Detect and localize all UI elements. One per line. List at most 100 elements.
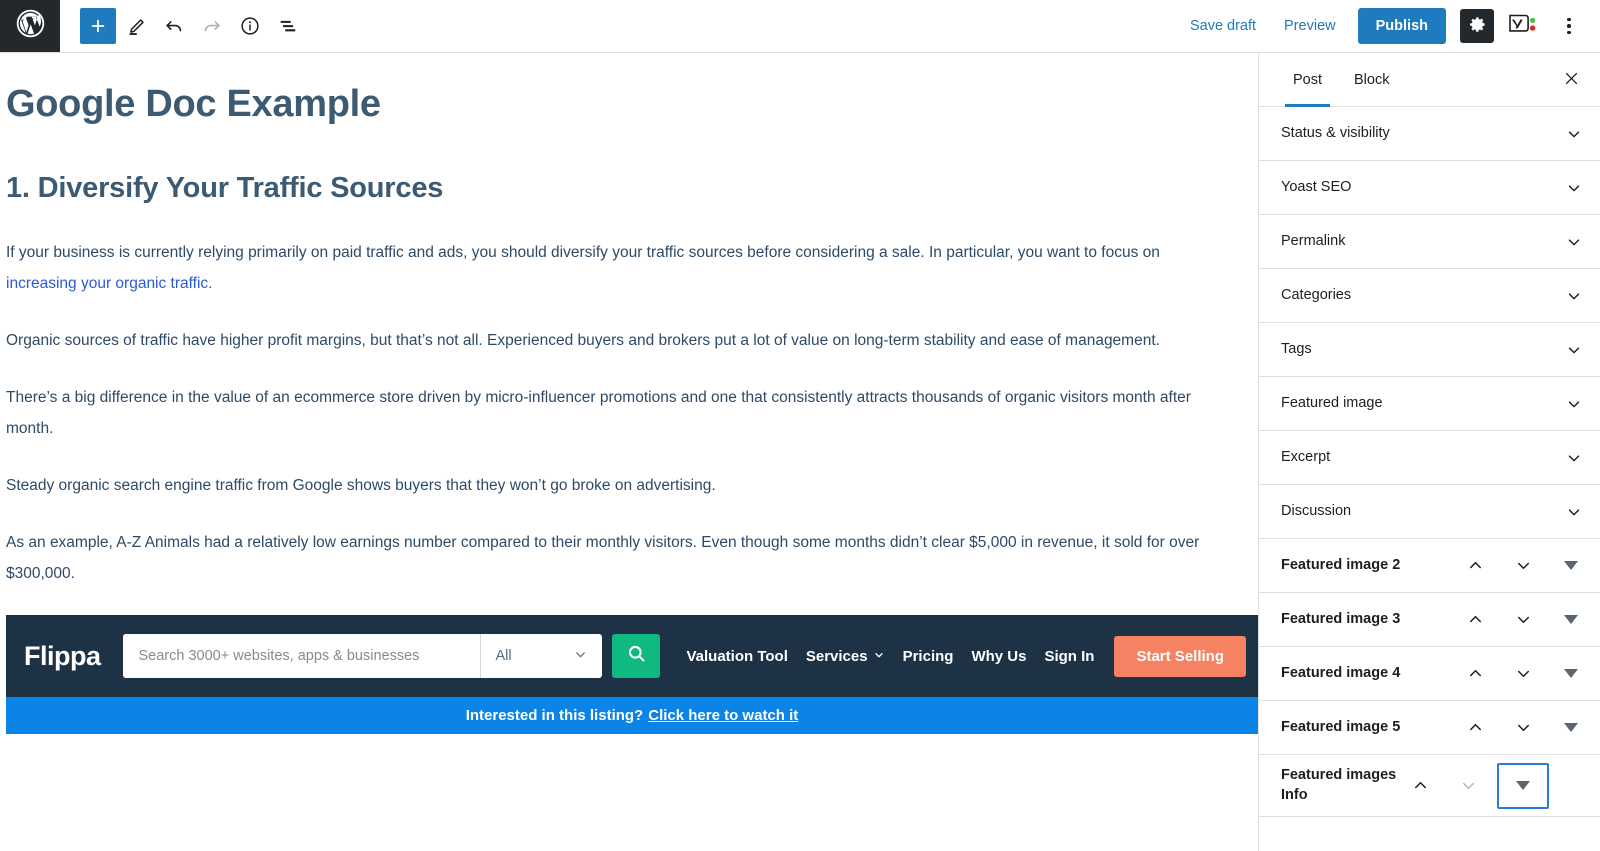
paragraph-block[interactable]: Organic sources of traffic have higher p… bbox=[6, 325, 1222, 356]
chevron-down-icon[interactable] bbox=[1556, 332, 1592, 368]
yoast-seo-button[interactable] bbox=[1502, 9, 1542, 43]
close-icon bbox=[1563, 70, 1580, 90]
toggle-panel-button[interactable] bbox=[1552, 709, 1590, 747]
panel-featured-images-info[interactable]: Featured images Info bbox=[1259, 755, 1600, 817]
panel-featured-image-3[interactable]: Featured image 3 bbox=[1259, 593, 1600, 647]
publish-button[interactable]: Publish bbox=[1357, 8, 1446, 44]
panel-permalink[interactable]: Permalink bbox=[1259, 215, 1600, 269]
sidebar-tab-bar: Post Block bbox=[1259, 53, 1600, 107]
undo-button[interactable] bbox=[156, 8, 192, 44]
gear-icon bbox=[1468, 15, 1487, 37]
flippa-nav-valuation-tool[interactable]: Valuation Tool bbox=[686, 648, 787, 665]
flippa-nav-services[interactable]: Services bbox=[806, 648, 885, 665]
tab-block[interactable]: Block bbox=[1338, 53, 1405, 106]
panel-title: Featured image 4 bbox=[1281, 664, 1401, 681]
toggle-panel-button[interactable] bbox=[1552, 547, 1590, 585]
flippa-category-value: All bbox=[495, 648, 512, 665]
more-options-button[interactable] bbox=[1552, 9, 1586, 43]
flippa-logo[interactable]: Flippa bbox=[24, 641, 101, 672]
triangle-down-icon bbox=[1564, 561, 1578, 570]
flippa-nav-why-us[interactable]: Why Us bbox=[971, 648, 1026, 665]
header-tool-group bbox=[60, 0, 306, 52]
panel-title: Discussion bbox=[1281, 502, 1352, 519]
edit-mode-button[interactable] bbox=[118, 8, 154, 44]
flippa-nav-label: Valuation Tool bbox=[686, 647, 788, 665]
panel-excerpt[interactable]: Excerpt bbox=[1259, 431, 1600, 485]
paragraph-block[interactable]: As an example, A-Z Animals had a relativ… bbox=[6, 527, 1222, 589]
move-up-button[interactable] bbox=[1456, 655, 1494, 693]
panel-tags[interactable]: Tags bbox=[1259, 323, 1600, 377]
details-button[interactable] bbox=[232, 8, 268, 44]
post-heading-block[interactable]: 1. Diversify Your Traffic Sources bbox=[6, 171, 1222, 206]
panel-title: Featured image 5 bbox=[1281, 718, 1401, 735]
triangle-down-icon bbox=[1564, 615, 1578, 624]
preview-button[interactable]: Preview bbox=[1272, 10, 1348, 42]
paragraph-text: If your business is currently relying pr… bbox=[6, 244, 1160, 262]
settings-button[interactable] bbox=[1460, 9, 1494, 43]
flippa-search-input[interactable] bbox=[122, 634, 481, 679]
info-icon bbox=[239, 15, 261, 37]
panel-featured-image-4[interactable]: Featured image 4 bbox=[1259, 647, 1600, 701]
move-up-button[interactable] bbox=[1456, 601, 1494, 639]
move-down-button[interactable] bbox=[1504, 601, 1542, 639]
panel-discussion[interactable]: Discussion bbox=[1259, 485, 1600, 539]
panel-categories[interactable]: Categories bbox=[1259, 269, 1600, 323]
flippa-search-button[interactable] bbox=[612, 634, 661, 679]
panel-title: Featured images Info bbox=[1281, 766, 1397, 803]
toggle-panel-button[interactable] bbox=[1552, 601, 1590, 639]
save-draft-button[interactable]: Save draft bbox=[1178, 10, 1268, 42]
pencil-icon bbox=[126, 16, 147, 37]
flippa-nav-pricing[interactable]: Pricing bbox=[903, 648, 954, 665]
wordpress-logo-icon bbox=[14, 7, 47, 45]
move-down-button[interactable] bbox=[1449, 767, 1487, 805]
tab-post[interactable]: Post bbox=[1277, 53, 1338, 107]
panel-controls bbox=[1456, 547, 1592, 585]
post-title[interactable]: Google Doc Example bbox=[6, 83, 1222, 127]
post-content-canvas[interactable]: Google Doc Example 1. Diversify Your Tra… bbox=[0, 53, 1258, 851]
flippa-watch-listing-link[interactable]: Click here to watch it bbox=[648, 707, 798, 724]
redo-button[interactable] bbox=[194, 8, 230, 44]
flippa-start-selling-button[interactable]: Start Selling bbox=[1114, 635, 1246, 677]
wordpress-block-editor: Save draft Preview Publish Google Doc Ex… bbox=[0, 0, 1600, 851]
flippa-category-select[interactable]: All bbox=[480, 634, 602, 679]
sidebar-panel-list: Status & visibility Yoast SEO Permalink bbox=[1259, 107, 1600, 851]
move-up-button[interactable] bbox=[1456, 709, 1494, 747]
chevron-down-icon[interactable] bbox=[1556, 494, 1592, 530]
panel-title: Permalink bbox=[1281, 232, 1346, 249]
flippa-nav-list: Valuation Tool Services Pricing Why Us S… bbox=[686, 648, 1094, 665]
paragraph-block[interactable]: Steady organic search engine traffic fro… bbox=[6, 470, 1222, 501]
paragraph-block[interactable]: There’s a big difference in the value of… bbox=[6, 382, 1222, 444]
chevron-down-icon[interactable] bbox=[1556, 170, 1592, 206]
move-down-button[interactable] bbox=[1504, 655, 1542, 693]
plus-icon bbox=[88, 16, 108, 36]
panel-controls bbox=[1456, 709, 1592, 747]
chevron-down-icon[interactable] bbox=[1556, 386, 1592, 422]
panel-status-visibility[interactable]: Status & visibility bbox=[1259, 107, 1600, 161]
close-sidebar-button[interactable] bbox=[1554, 63, 1588, 97]
panel-title: Excerpt bbox=[1281, 448, 1331, 465]
chevron-down-icon bbox=[873, 648, 885, 665]
toggle-panel-button[interactable] bbox=[1552, 655, 1590, 693]
chevron-down-icon[interactable] bbox=[1556, 440, 1592, 476]
wordpress-logo-button[interactable] bbox=[0, 0, 60, 52]
panel-yoast-seo[interactable]: Yoast SEO bbox=[1259, 161, 1600, 215]
panel-controls bbox=[1456, 655, 1592, 693]
move-up-button[interactable] bbox=[1456, 547, 1494, 585]
move-up-button[interactable] bbox=[1401, 767, 1439, 805]
toggle-panel-button[interactable] bbox=[1497, 762, 1549, 809]
move-down-button[interactable] bbox=[1504, 547, 1542, 585]
paragraph-block[interactable]: If your business is currently relying pr… bbox=[6, 237, 1222, 299]
list-view-button[interactable] bbox=[270, 8, 306, 44]
add-block-button[interactable] bbox=[80, 8, 116, 44]
chevron-down-icon[interactable] bbox=[1556, 116, 1592, 152]
organic-traffic-link[interactable]: increasing your organic traffic. bbox=[6, 275, 212, 292]
panel-featured-image-5[interactable]: Featured image 5 bbox=[1259, 701, 1600, 755]
flippa-embed-block[interactable]: Flippa All bbox=[6, 615, 1258, 735]
panel-featured-image-2[interactable]: Featured image 2 bbox=[1259, 539, 1600, 593]
flippa-nav-label: Sign In bbox=[1044, 647, 1095, 665]
chevron-down-icon[interactable] bbox=[1556, 224, 1592, 260]
chevron-down-icon[interactable] bbox=[1556, 278, 1592, 314]
move-down-button[interactable] bbox=[1504, 709, 1542, 747]
panel-featured-image[interactable]: Featured image bbox=[1259, 377, 1600, 431]
flippa-nav-sign-in[interactable]: Sign In bbox=[1044, 648, 1094, 665]
